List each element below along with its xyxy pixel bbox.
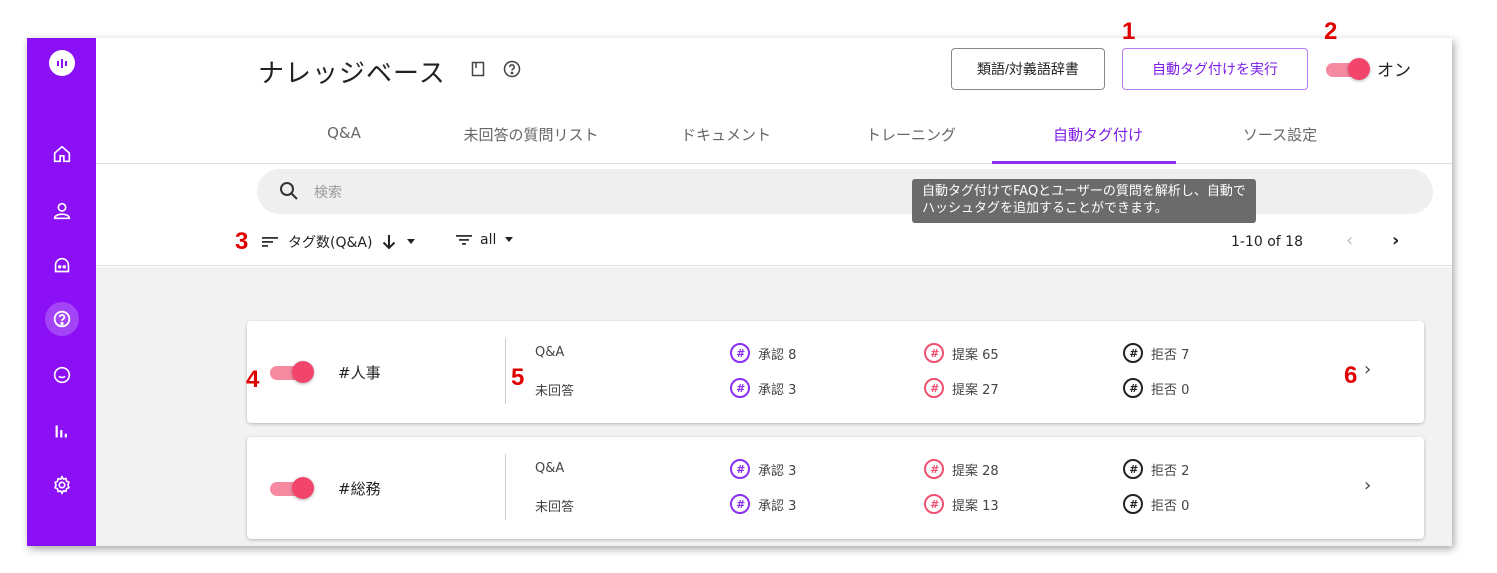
hashtag-suggest-icon: # xyxy=(924,343,944,363)
help-icon[interactable] xyxy=(503,60,521,78)
qa-row-label: Q&A xyxy=(535,461,565,476)
app-window: ナレッジベース 類語/対義語辞書 自動タグ付けを実行 オン Q&A 未回答の質問… xyxy=(27,38,1452,546)
sidebar xyxy=(27,38,96,546)
dropdown-caret-icon[interactable] xyxy=(406,239,416,245)
suggest-count: 提案 27 xyxy=(952,382,999,398)
search-bar[interactable]: 検索 xyxy=(257,169,1433,214)
tab-training[interactable]: トレーニング xyxy=(851,124,971,145)
chevron-right-icon[interactable]: › xyxy=(1364,475,1371,496)
header: ナレッジベース 類語/対義語辞書 自動タグ付けを実行 オン Q&A 未回答の質問… xyxy=(96,38,1452,164)
tab-source-settings[interactable]: ソース設定 xyxy=(1218,124,1342,145)
tag-name: #総務 xyxy=(338,480,381,498)
tag-toggle[interactable] xyxy=(270,361,314,383)
hashtag-approve-icon: # xyxy=(730,343,750,363)
hashtag-suggest-icon: # xyxy=(924,494,944,514)
toggle-knob xyxy=(292,477,314,499)
conversation-icon[interactable] xyxy=(47,360,77,390)
main-area: ナレッジベース 類語/対義語辞書 自動タグ付けを実行 オン Q&A 未回答の質問… xyxy=(96,38,1452,546)
divider xyxy=(505,338,506,404)
annotation-6: 6 xyxy=(1344,362,1358,389)
tag-card[interactable]: #人事 Q&A 未回答 # 承認 8 # 承認 3 # 提案 65 # 提案 27 # 拒… xyxy=(247,321,1424,423)
suggest-count: 提案 28 xyxy=(952,463,999,479)
tab-auto-tagging[interactable]: 自動タグ付け xyxy=(1036,124,1160,145)
hashtag-reject-icon: # xyxy=(1123,378,1143,398)
active-tab-indicator xyxy=(992,161,1176,164)
tab-bar: Q&A 未回答の質問リスト ドキュメント トレーニング 自動タグ付け ソース設定 xyxy=(256,118,1452,164)
filter-value: all xyxy=(480,232,497,248)
prev-page-icon[interactable]: ‹ xyxy=(1346,230,1353,251)
sort-label: タグ数(Q&A) xyxy=(288,235,373,251)
hashtag-approve-icon: # xyxy=(730,459,750,479)
suggest-count: 提案 13 xyxy=(952,498,999,514)
analytics-icon[interactable] xyxy=(47,416,77,446)
tooltip: 自動タグ付けでFAQとユーザーの質問を解析し、自動でハッシュタグを追加することが… xyxy=(912,179,1256,223)
approve-count: 承認 3 xyxy=(758,463,797,479)
reject-count: 拒否 7 xyxy=(1151,347,1190,363)
chat-bot-icon[interactable] xyxy=(47,251,77,281)
search-icon xyxy=(279,181,299,205)
annotation-1: 1 xyxy=(1122,18,1136,45)
run-auto-tagging-button[interactable]: 自動タグ付けを実行 xyxy=(1122,48,1308,90)
annotation-5: 5 xyxy=(511,364,525,391)
settings-gear-icon[interactable] xyxy=(47,470,77,500)
hashtag-approve-icon: # xyxy=(730,494,750,514)
tag-name: #人事 xyxy=(338,364,381,382)
pagination-label: 1-10 of 18 xyxy=(1231,234,1303,250)
approve-count: 承認 8 xyxy=(758,347,797,363)
page-title: ナレッジベース xyxy=(258,59,446,89)
sort-control[interactable]: タグ数(Q&A) xyxy=(262,232,416,252)
hashtag-reject-icon: # xyxy=(1123,494,1143,514)
divider xyxy=(505,454,506,520)
chevron-right-icon[interactable]: › xyxy=(1364,359,1371,380)
filter-icon xyxy=(456,235,472,245)
sort-icon xyxy=(262,237,278,247)
tab-unanswered[interactable]: 未回答の質問リスト xyxy=(446,124,616,145)
tab-documents[interactable]: ドキュメント xyxy=(666,124,786,145)
home-icon[interactable] xyxy=(47,139,77,169)
hashtag-suggest-icon: # xyxy=(924,378,944,398)
qa-row-label: Q&A xyxy=(535,345,565,360)
approve-count: 承認 3 xyxy=(758,498,797,514)
approve-count: 承認 3 xyxy=(758,382,797,398)
annotation-3: 3 xyxy=(235,228,249,255)
search-placeholder: 検索 xyxy=(314,185,342,201)
tab-qa[interactable]: Q&A xyxy=(316,124,372,142)
annotation-4: 4 xyxy=(246,366,260,393)
user-icon[interactable] xyxy=(47,196,77,226)
suggest-count: 提案 65 xyxy=(952,347,999,363)
hashtag-suggest-icon: # xyxy=(924,459,944,479)
hashtag-approve-icon: # xyxy=(730,378,750,398)
synonym-dictionary-button[interactable]: 類語/対義語辞書 xyxy=(951,48,1105,90)
auto-tagging-toggle[interactable] xyxy=(1326,58,1370,80)
reject-count: 拒否 0 xyxy=(1151,382,1190,398)
annotation-2: 2 xyxy=(1324,18,1338,45)
reject-count: 拒否 0 xyxy=(1151,498,1190,514)
hashtag-reject-icon: # xyxy=(1123,459,1143,479)
tag-list: #人事 Q&A 未回答 # 承認 8 # 承認 3 # 提案 65 # 提案 27 # 拒… xyxy=(96,267,1452,546)
tag-card[interactable]: #総務 Q&A 未回答 # 承認 3 # 承認 3 # 提案 28 # 提案 13 # 拒… xyxy=(247,437,1424,539)
unanswered-row-label: 未回答 xyxy=(535,500,575,515)
reject-count: 拒否 2 xyxy=(1151,463,1190,479)
arrow-down-icon[interactable] xyxy=(382,234,396,250)
knowledge-base-icon[interactable] xyxy=(45,302,79,336)
toggle-state-label: オン xyxy=(1377,61,1411,81)
filter-control[interactable]: all xyxy=(456,232,514,248)
toggle-knob xyxy=(292,361,314,383)
tag-toggle[interactable] xyxy=(270,477,314,499)
dropdown-caret-icon[interactable] xyxy=(504,237,514,243)
hashtag-reject-icon: # xyxy=(1123,343,1143,363)
unanswered-row-label: 未回答 xyxy=(535,384,575,399)
filter-bar: タグ数(Q&A) all 1-10 of 18 ‹ › xyxy=(96,218,1452,266)
app-logo-icon[interactable] xyxy=(49,50,75,76)
book-icon[interactable] xyxy=(469,60,487,78)
toggle-knob xyxy=(1348,58,1370,80)
next-page-icon[interactable]: › xyxy=(1392,230,1399,251)
